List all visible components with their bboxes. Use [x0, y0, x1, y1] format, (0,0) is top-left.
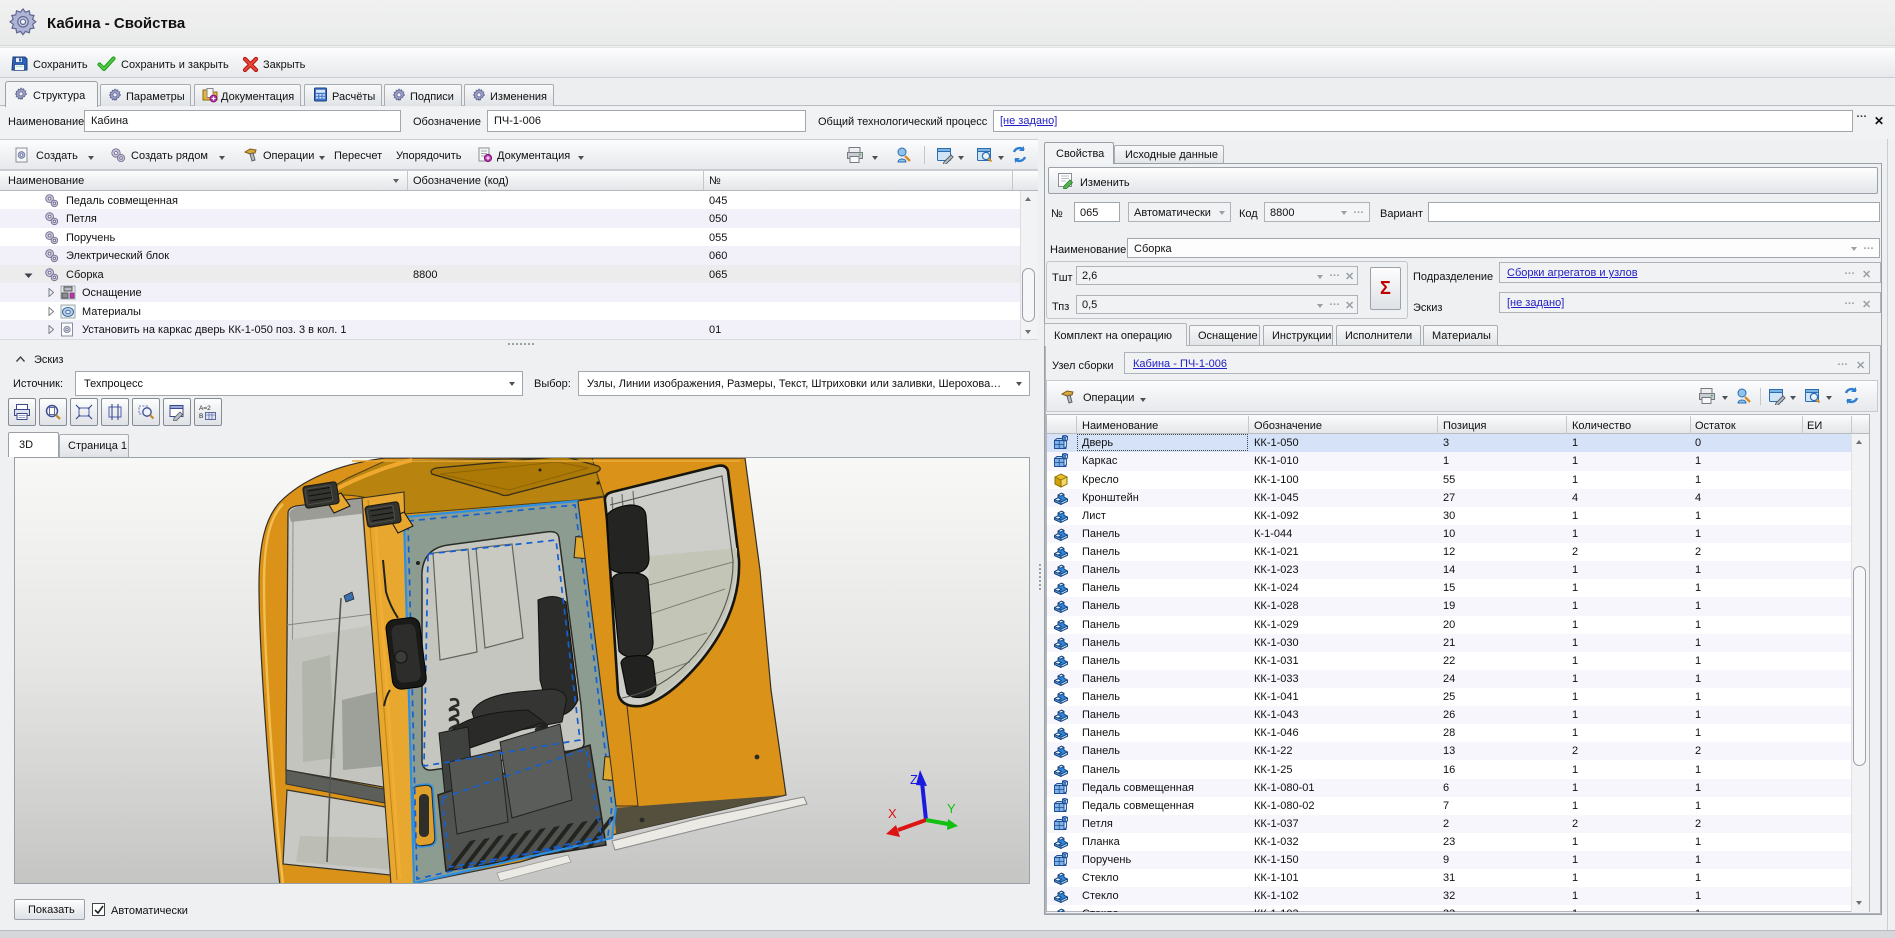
- svg-text:B: B: [199, 413, 203, 420]
- svg-text:A=2: A=2: [199, 405, 211, 412]
- svg-text:Z: Z: [910, 772, 918, 787]
- svg-text:Y: Y: [947, 801, 956, 816]
- svg-text:X: X: [888, 806, 897, 821]
